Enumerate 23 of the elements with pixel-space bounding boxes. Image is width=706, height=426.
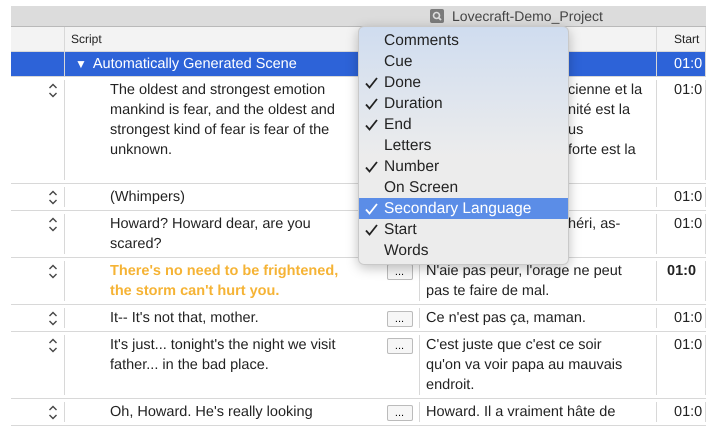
start-time: 01:0: [674, 310, 702, 326]
script-text: There's no need to be frightened, the storm can't hurt you.: [110, 262, 338, 301]
secondary-text: Howard. Il a vraiment hâte de: [425, 403, 616, 422]
start-time: 01:0: [674, 337, 702, 353]
secondary-text: N'aie pas peur, l'orage ne peut pas te faire de mal.: [425, 262, 623, 301]
script-text: The oldest and strongest emotion mankind is fear, and the oldest and strongest kind of fear is fear of the unknown.: [110, 81, 335, 160]
secondary-text: C'est juste que c'est ce soir qu'on va voir papa au mauvais endroit.: [425, 336, 624, 395]
secondary-text: héri, as-: [568, 215, 620, 234]
start-time: 01:0: [674, 55, 702, 74]
secondary-text: cienne et la nité est la us forte est la: [568, 81, 642, 160]
script-text: (Whimpers): [110, 188, 185, 207]
script-text: It's just... tonight's the night we visit father... in the bad place.: [110, 336, 336, 375]
script-text: It-- It's not that, mother.: [110, 309, 259, 328]
secondary-text: Ce n'est pas ça, maman.: [425, 309, 587, 328]
start-time: 01:0: [674, 82, 702, 98]
script-text: Oh, Howard. He's really looking: [110, 403, 313, 422]
start-time: 01:0: [674, 189, 702, 205]
scene-title: Automatically Generated Scene: [92, 56, 297, 72]
start-time: 01:0: [674, 216, 702, 232]
script-text: Howard? Howard dear, are you scared?: [110, 215, 311, 254]
start-time: 01:0: [674, 404, 702, 420]
start-time: 01:0: [667, 263, 696, 279]
window-title: Lovecraft-Demo_Project: [452, 8, 603, 24]
